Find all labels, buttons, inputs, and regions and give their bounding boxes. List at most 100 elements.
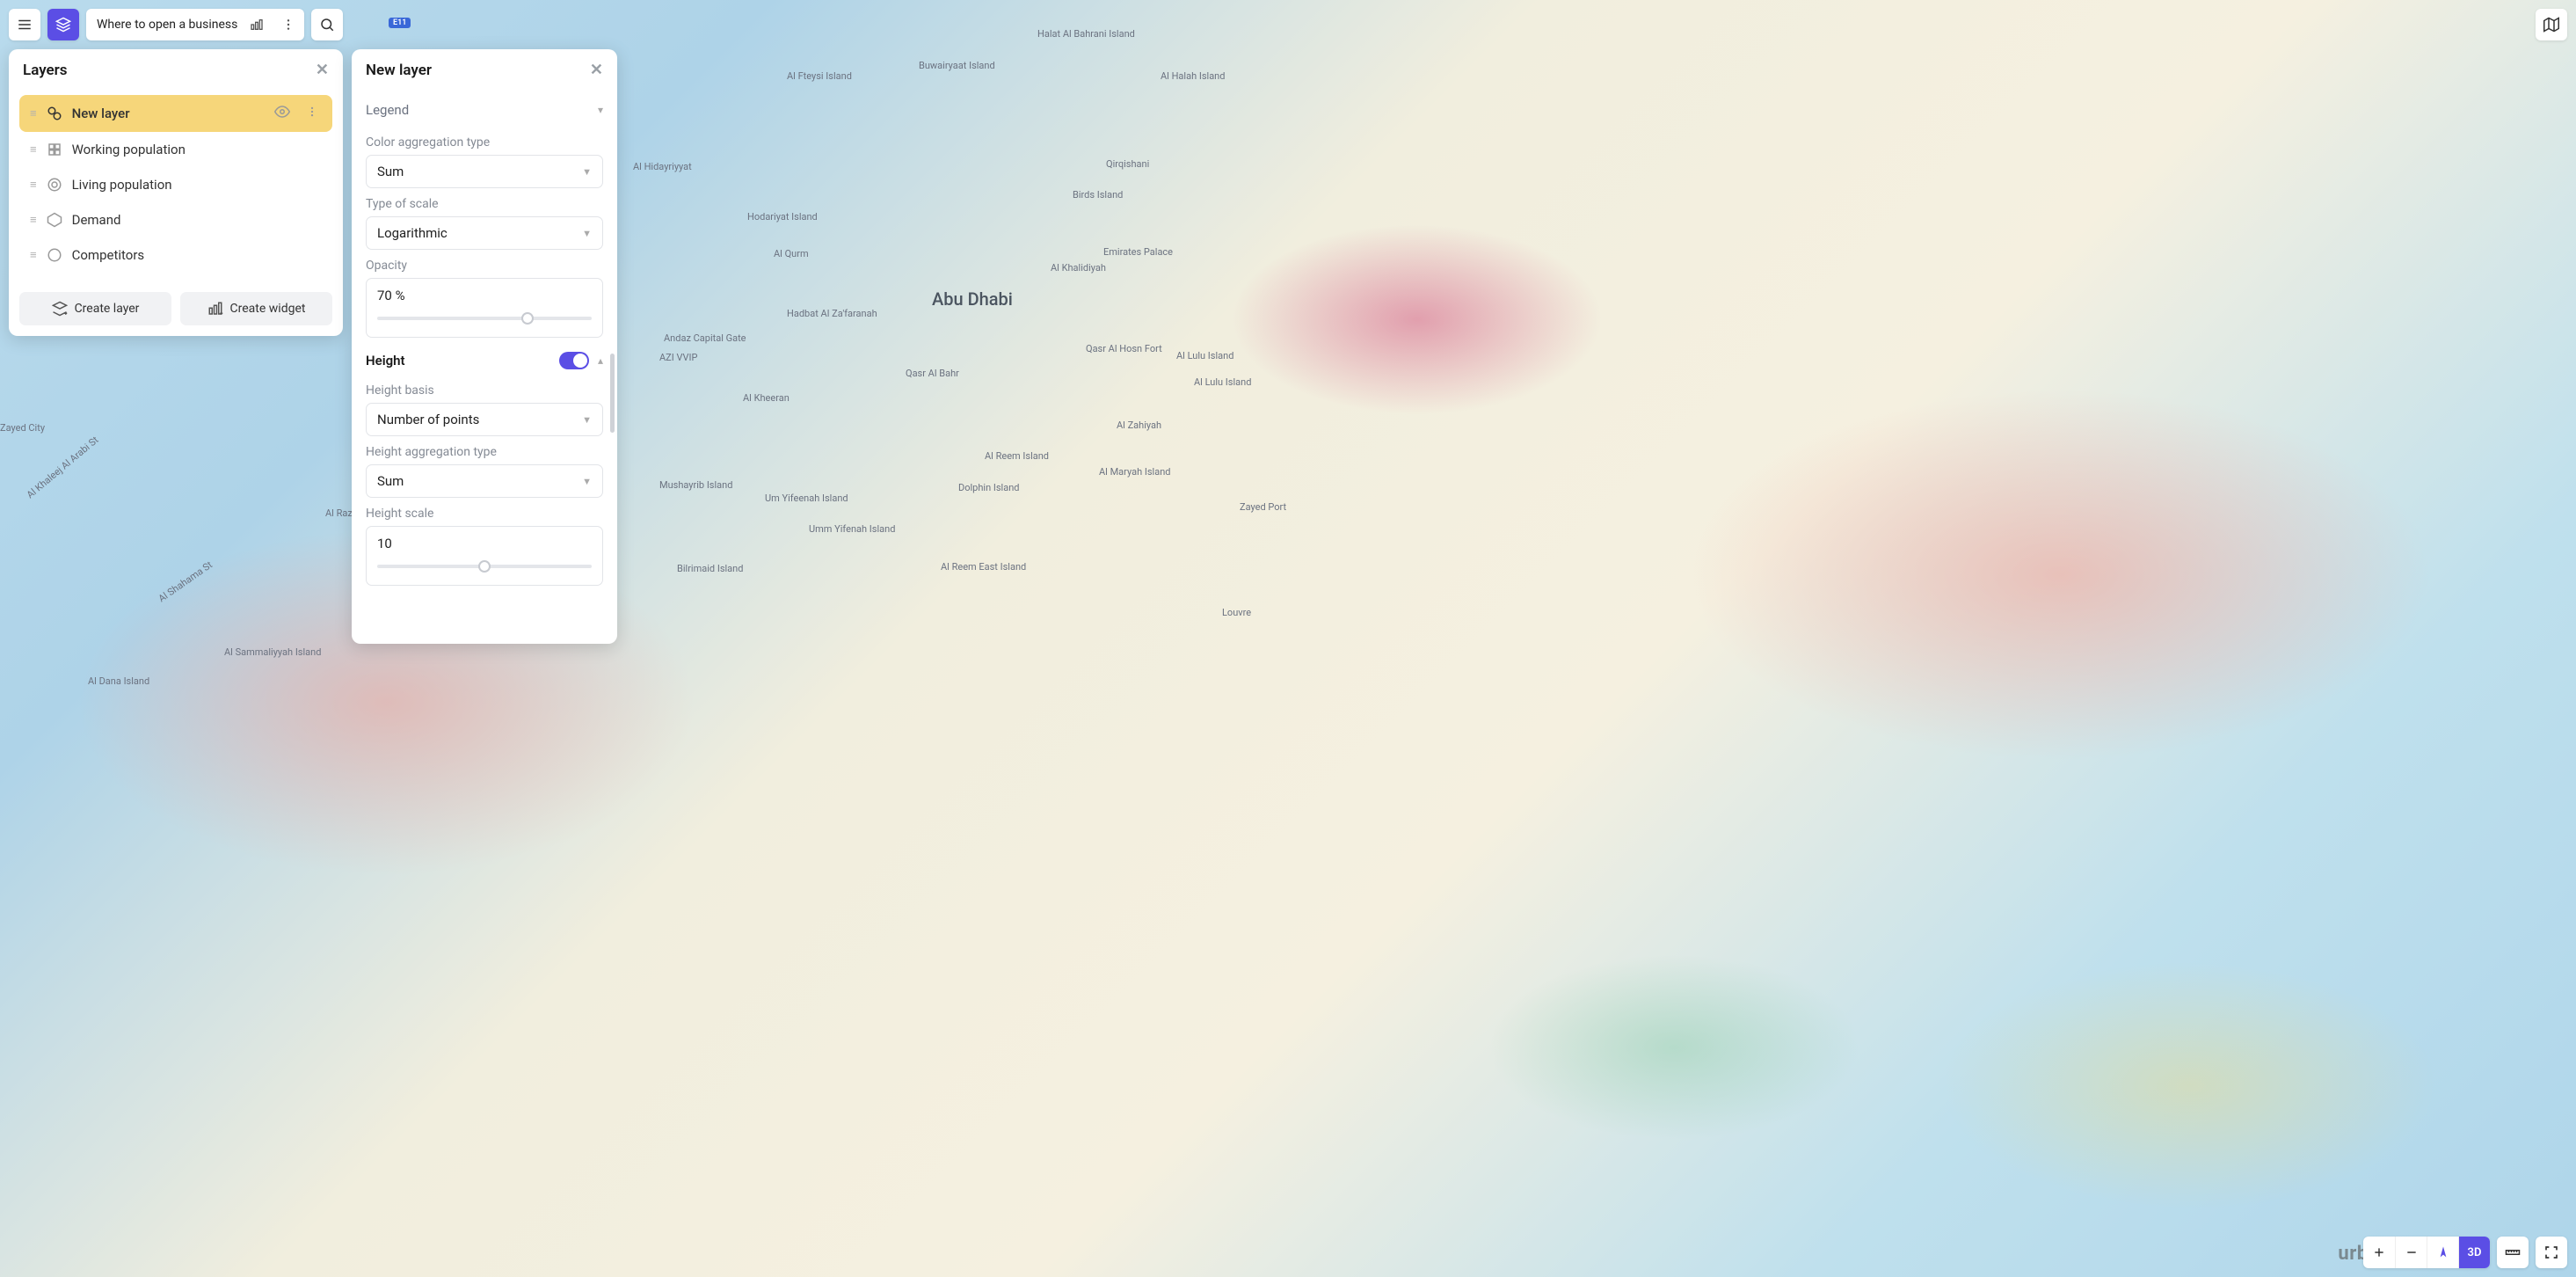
drag-handle-icon[interactable]: ≡ xyxy=(30,106,37,120)
drag-handle-icon[interactable]: ≡ xyxy=(30,142,37,157)
zoom-in-button[interactable] xyxy=(2363,1237,2395,1268)
search-button[interactable] xyxy=(311,9,343,40)
map-label: Al Dana Island xyxy=(88,675,149,687)
map-label: Al Shahama St xyxy=(156,559,215,605)
height-basis-select[interactable]: Number of points ▼ xyxy=(366,403,603,436)
map-label: Qasr Al Hosn Fort xyxy=(1086,343,1162,354)
layer-more-button[interactable] xyxy=(302,106,322,121)
create-widget-label: Create widget xyxy=(230,302,306,316)
compass-button[interactable] xyxy=(2427,1237,2458,1268)
opacity-unit: % xyxy=(396,288,405,303)
create-widget-button[interactable]: Create widget xyxy=(180,292,332,325)
map-label: Al Reem Island xyxy=(985,450,1049,462)
layer-type-icon xyxy=(46,246,63,264)
map-label: Al Khalidiyah xyxy=(1051,262,1106,274)
create-layer-label: Create layer xyxy=(75,302,140,316)
map-label: Hadbat Al Za'faranah xyxy=(787,308,877,319)
map-label: Louvre xyxy=(1222,607,1251,618)
layer-type-icon xyxy=(46,105,63,122)
ruler-button[interactable] xyxy=(2497,1237,2529,1268)
map-label: Al Lulu Island xyxy=(1176,350,1233,361)
chevron-down-icon: ▼ xyxy=(582,228,592,239)
map-label: Al Zahiyah xyxy=(1117,420,1161,431)
drag-handle-icon[interactable]: ≡ xyxy=(30,213,37,227)
scale-type-value: Logarithmic xyxy=(377,225,448,241)
opacity-slider[interactable] xyxy=(377,312,592,325)
project-title: Where to open a business xyxy=(97,18,237,32)
layer-label: Demand xyxy=(72,212,121,228)
opacity-value: 70 xyxy=(377,288,392,303)
layer-item-competitors[interactable]: ≡ Competitors xyxy=(19,237,332,273)
layer-settings-title: New layer xyxy=(366,62,432,79)
layer-label: New layer xyxy=(72,106,130,121)
height-scale-value: 10 xyxy=(377,536,392,551)
slider-thumb[interactable] xyxy=(478,560,491,573)
zoom-out-button[interactable] xyxy=(2395,1237,2427,1268)
road-badge-e11: E11 xyxy=(389,18,411,28)
drag-handle-icon[interactable]: ≡ xyxy=(30,178,37,192)
create-layer-button[interactable]: Create layer xyxy=(19,292,171,325)
map-label: Qasr Al Bahr xyxy=(906,368,959,379)
layer-settings-panel: New layer ✕ Legend ▾ Color aggregation t… xyxy=(352,49,617,644)
chevron-down-icon: ▼ xyxy=(582,414,592,426)
chevron-down-icon: ▾ xyxy=(598,104,603,116)
map-label: Al Kheeran xyxy=(743,392,790,404)
map-label: Um Yifeenah Island xyxy=(765,493,848,504)
widgets-button[interactable] xyxy=(244,12,269,37)
map-label: Al Halah Island xyxy=(1161,70,1225,82)
project-more-button[interactable] xyxy=(276,12,301,37)
map-label: AZI VVIP xyxy=(659,352,697,363)
drag-handle-icon[interactable]: ≡ xyxy=(30,248,37,262)
map-label: Umm Yifenah Island xyxy=(809,523,895,535)
map-label: Emirates Palace xyxy=(1103,246,1173,258)
layer-type-icon xyxy=(46,176,63,193)
layer-item-demand[interactable]: ≡ Demand xyxy=(19,202,332,237)
map-label: Qirqishani xyxy=(1106,158,1149,170)
layers-panel: Layers ✕ ≡ New layer ≡ Working populatio… xyxy=(9,49,343,336)
fullscreen-button[interactable] xyxy=(2536,1237,2567,1268)
color-agg-select[interactable]: Sum ▼ xyxy=(366,155,603,188)
layer-type-icon xyxy=(46,211,63,229)
height-toggle[interactable] xyxy=(559,352,589,369)
height-scale-label: Height scale xyxy=(366,498,603,526)
close-layers-button[interactable]: ✕ xyxy=(316,62,329,78)
map-label: Al Lulu Island xyxy=(1194,376,1251,388)
opacity-label: Opacity xyxy=(366,250,603,278)
color-agg-label: Color aggregation type xyxy=(366,127,603,155)
layer-type-icon xyxy=(46,141,63,158)
project-title-bar: Where to open a business xyxy=(86,9,304,40)
map-label: Bilrimaid Island xyxy=(677,563,743,574)
layers-toggle-button[interactable] xyxy=(47,9,79,40)
map-label: Dolphin Island xyxy=(958,482,1020,493)
map-label: Al Maryah Island xyxy=(1099,466,1171,478)
height-scale-control: 10 xyxy=(366,526,603,586)
layer-item-new-layer[interactable]: ≡ New layer xyxy=(19,95,332,132)
chevron-up-icon[interactable]: ▴ xyxy=(598,354,603,367)
height-agg-select[interactable]: Sum ▼ xyxy=(366,464,603,498)
visibility-toggle-icon[interactable] xyxy=(271,104,294,123)
menu-button[interactable] xyxy=(9,9,40,40)
map-label: Al Khaleej Al Arabi St xyxy=(25,434,101,501)
scrollbar-thumb[interactable] xyxy=(610,354,615,433)
map-label: Mushayrib Island xyxy=(659,479,732,491)
layer-label: Competitors xyxy=(72,247,145,263)
scale-type-label: Type of scale xyxy=(366,188,603,216)
layers-panel-title: Layers xyxy=(23,62,68,79)
layer-item-living-population[interactable]: ≡ Living population xyxy=(19,167,332,202)
map-label: Hodariyat Island xyxy=(747,211,818,223)
height-agg-label: Height aggregation type xyxy=(366,436,603,464)
3d-toggle-button[interactable]: 3D xyxy=(2458,1237,2490,1268)
map-label: Al Reem East Island xyxy=(941,561,1026,573)
layer-item-working-population[interactable]: ≡ Working population xyxy=(19,132,332,167)
map-city-label: Abu Dhabi xyxy=(932,288,1013,310)
color-agg-value: Sum xyxy=(377,164,404,179)
height-scale-slider[interactable] xyxy=(377,560,592,573)
close-layer-settings-button[interactable]: ✕ xyxy=(590,62,603,78)
layer-label: Living population xyxy=(72,177,172,193)
basemap-button[interactable] xyxy=(2536,9,2567,40)
map-label: Buwairyaat Island xyxy=(919,60,995,71)
scale-type-select[interactable]: Logarithmic ▼ xyxy=(366,216,603,250)
chevron-down-icon: ▼ xyxy=(582,166,592,178)
slider-thumb[interactable] xyxy=(521,312,534,325)
legend-section-toggle[interactable]: Legend ▾ xyxy=(366,93,603,127)
